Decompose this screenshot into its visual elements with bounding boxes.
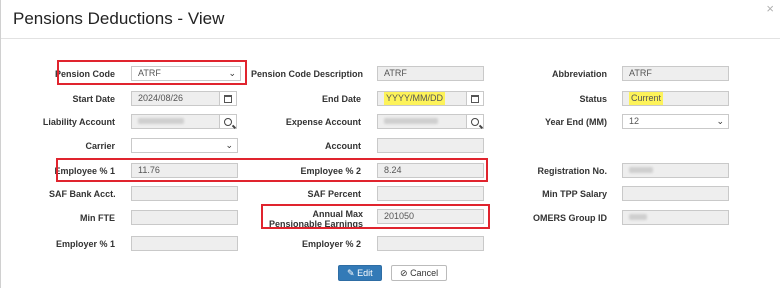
chevron-down-icon: ⌄ bbox=[716, 116, 724, 126]
start-date-calendar-button[interactable] bbox=[220, 91, 237, 106]
start-date-field: 2024/08/26 bbox=[131, 91, 220, 106]
min-fte-field bbox=[131, 210, 238, 225]
search-icon bbox=[471, 118, 479, 126]
saf-percent-label: SAF Percent bbox=[307, 189, 361, 199]
omers-group-id-field bbox=[622, 210, 729, 225]
end-date-calendar-button[interactable] bbox=[467, 91, 484, 106]
year-end-value: 12 bbox=[629, 116, 640, 126]
abbreviation-field: ATRF bbox=[622, 66, 729, 81]
liability-account-label: Liability Account bbox=[42, 117, 115, 127]
registration-no-redacted bbox=[629, 167, 653, 173]
omers-group-id-redacted bbox=[629, 214, 647, 220]
end-date-field[interactable]: YYYY/MM/DD bbox=[377, 91, 467, 106]
calendar-icon bbox=[224, 95, 232, 103]
registration-no-field bbox=[622, 163, 729, 178]
account-label: Account bbox=[325, 141, 361, 151]
modal-title: Pensions Deductions - View bbox=[13, 9, 225, 28]
cancel-circle-icon: ⊘ bbox=[400, 268, 408, 278]
status-label: Status bbox=[579, 94, 607, 104]
liability-account-search-button[interactable] bbox=[220, 114, 237, 129]
expense-account-label: Expense Account bbox=[285, 117, 361, 127]
saf-bank-acct-field bbox=[131, 186, 238, 201]
expense-account-redacted bbox=[384, 118, 438, 124]
pension-code-description-field: ATRF bbox=[377, 66, 484, 81]
search-icon bbox=[224, 118, 232, 126]
employer-pct-1-field bbox=[131, 236, 238, 251]
min-tpp-salary-label: Min TPP Salary bbox=[542, 189, 607, 199]
carrier-label: Carrier bbox=[85, 141, 115, 151]
omers-group-id-label: OMERS Group ID bbox=[533, 213, 607, 223]
edit-button-label: Edit bbox=[357, 268, 373, 278]
pensions-deductions-modal: Pensions Deductions - View × Pension Cod… bbox=[0, 0, 780, 288]
start-date-value: 2024/08/26 bbox=[138, 93, 184, 103]
annual-max-highlight-box bbox=[261, 204, 490, 229]
cancel-button[interactable]: ⊘ Cancel bbox=[391, 265, 448, 281]
abbreviation-value: ATRF bbox=[629, 68, 652, 78]
liability-account-field bbox=[131, 114, 220, 129]
employer-pct-2-field bbox=[377, 236, 484, 251]
end-date-placeholder: YYYY/MM/DD bbox=[384, 92, 446, 105]
employee-pct-highlight-box bbox=[56, 158, 488, 182]
year-end-label: Year End (MM) bbox=[544, 117, 607, 127]
registration-no-label: Registration No. bbox=[537, 166, 607, 176]
pension-code-description-label: Pension Code Description bbox=[251, 69, 364, 79]
status-field: Current bbox=[622, 91, 729, 106]
saf-bank-acct-label: SAF Bank Acct. bbox=[49, 189, 116, 199]
min-fte-label: Min FTE bbox=[80, 213, 115, 223]
calendar-icon bbox=[471, 95, 479, 103]
liability-account-redacted bbox=[138, 118, 184, 124]
account-field bbox=[377, 138, 484, 153]
chevron-down-icon: ⌄ bbox=[225, 140, 233, 150]
saf-percent-field bbox=[377, 186, 484, 201]
min-tpp-salary-field bbox=[622, 186, 729, 201]
employer-pct-1-label: Employer % 1 bbox=[55, 239, 115, 249]
pension-code-description-value: ATRF bbox=[384, 68, 407, 78]
edit-icon: ✎ bbox=[347, 268, 355, 278]
cancel-button-label: Cancel bbox=[410, 268, 439, 278]
close-icon[interactable]: × bbox=[766, 1, 774, 16]
employer-pct-2-label: Employer % 2 bbox=[301, 239, 361, 249]
year-end-select[interactable]: 12 ⌄ bbox=[622, 114, 729, 129]
end-date-label: End Date bbox=[321, 94, 361, 104]
expense-account-search-button[interactable] bbox=[467, 114, 484, 129]
abbreviation-label: Abbreviation bbox=[551, 69, 607, 79]
carrier-select[interactable]: ⌄ bbox=[131, 138, 238, 153]
header-divider bbox=[1, 38, 780, 39]
pension-code-highlight-box bbox=[57, 60, 247, 85]
start-date-label: Start Date bbox=[72, 94, 115, 104]
edit-button[interactable]: ✎ Edit bbox=[338, 265, 382, 281]
expense-account-field bbox=[377, 114, 467, 129]
status-value: Current bbox=[629, 92, 664, 105]
